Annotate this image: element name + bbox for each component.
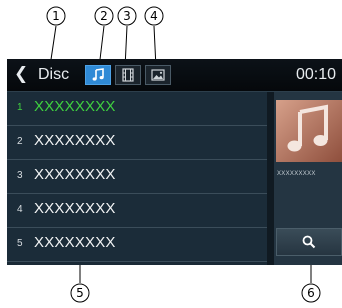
track-title: XXXXXXXX [34, 200, 116, 217]
track-number: 3 [17, 170, 23, 181]
pane-divider [267, 92, 274, 265]
search-icon [302, 235, 316, 249]
track-row[interactable]: 2 XXXXXXXX [7, 126, 267, 160]
music-note-icon [287, 104, 328, 152]
track-title: XXXXXXXX [34, 234, 116, 251]
search-button[interactable] [276, 228, 342, 256]
music-note-icon [92, 68, 104, 81]
album-art [276, 100, 342, 162]
callout-2-label: 2 [100, 9, 108, 23]
mode-button-photo[interactable] [145, 65, 171, 85]
now-playing-pane: XXXXXXXXX [274, 92, 342, 265]
track-list[interactable]: 1 XXXXXXXX 2 XXXXXXXX 3 XXXXXXXX 4 XXXXX… [7, 92, 267, 265]
top-bar: ❮ Disc 00:10 [7, 59, 342, 92]
mode-button-video[interactable] [115, 65, 141, 85]
source-label: Disc [38, 66, 70, 83]
callout-3-label: 3 [123, 9, 131, 23]
callout-4-label: 4 [150, 9, 158, 23]
head-unit-screen: ❮ Disc 00:10 1 XXXXXXXX 2 XXXXXXXX 3 XXX… [7, 59, 342, 265]
track-number: 2 [17, 136, 23, 147]
track-number: 5 [17, 238, 23, 249]
callout-6-label: 6 [307, 286, 315, 300]
callout-1-label: 1 [52, 9, 60, 23]
mode-button-music[interactable] [85, 65, 111, 85]
track-title: XXXXXXXX [34, 132, 116, 149]
clock: 00:10 [295, 66, 336, 83]
track-number: 1 [17, 102, 23, 113]
track-number: 4 [17, 204, 23, 215]
track-row[interactable]: 1 XXXXXXXX [7, 92, 267, 126]
picture-icon [151, 69, 165, 81]
now-playing-label: XXXXXXXXX [277, 171, 316, 177]
track-row[interactable]: 5 XXXXXXXX [7, 228, 267, 262]
back-chevron-icon[interactable]: ❮ [14, 64, 28, 84]
callout-5-label: 5 [76, 286, 84, 300]
film-strip-icon [122, 68, 134, 82]
track-title: XXXXXXXX [34, 98, 116, 115]
track-title: XXXXXXXX [34, 166, 116, 183]
track-row[interactable]: 3 XXXXXXXX [7, 160, 267, 194]
track-row[interactable]: 4 XXXXXXXX [7, 194, 267, 228]
